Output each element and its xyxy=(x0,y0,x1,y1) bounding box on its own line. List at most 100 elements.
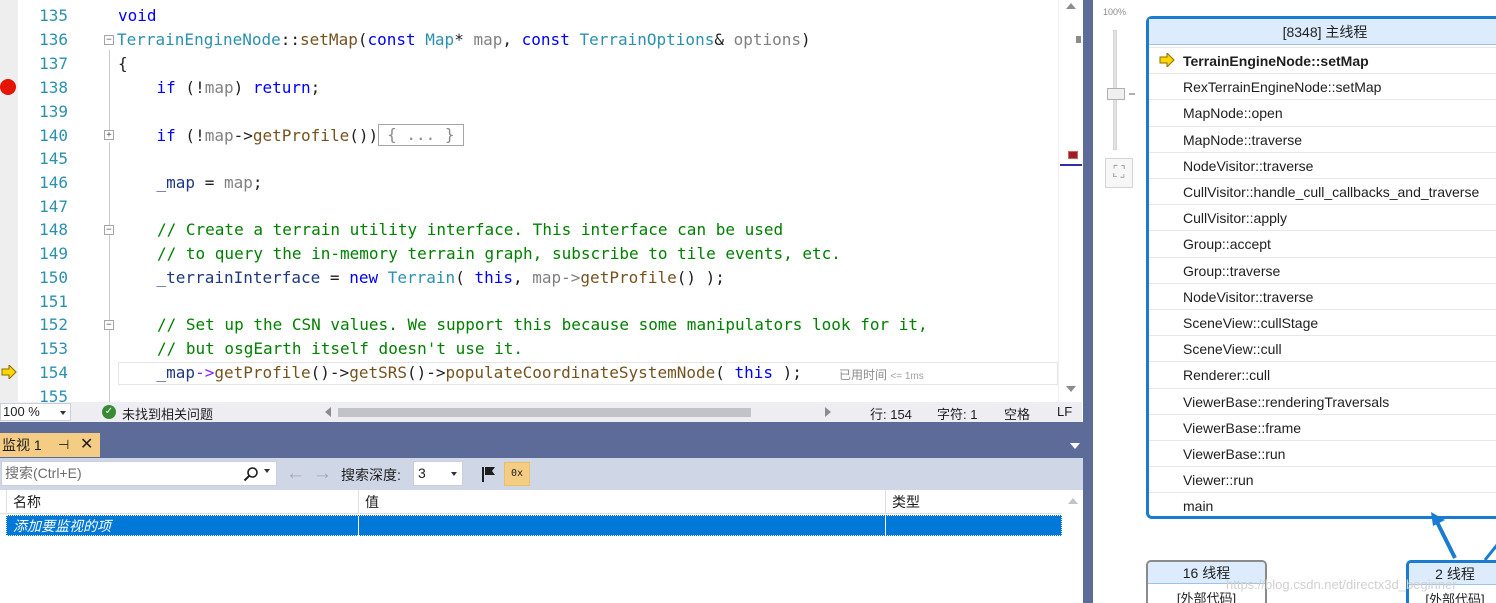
stack-frame[interactable]: Group::accept xyxy=(1183,231,1271,257)
stack-frame[interactable]: ViewerBase::run xyxy=(1183,441,1285,467)
column-header-name[interactable]: 名称 xyxy=(6,490,358,514)
watch-vertical-scrollbar[interactable] xyxy=(1062,490,1083,603)
punct: -> xyxy=(233,126,253,145)
punct: ) xyxy=(801,30,811,49)
scroll-right-icon[interactable] xyxy=(825,407,831,417)
stack-frame[interactable]: CullVisitor::apply xyxy=(1183,205,1287,231)
fit-to-view-icon[interactable]: ⛶ xyxy=(1105,158,1133,188)
editor-vertical-scrollbar[interactable] xyxy=(1058,0,1082,402)
stack-frame[interactable]: RexTerrainEngineNode::setMap xyxy=(1183,74,1381,100)
code-line-152[interactable]: // Set up the CSN values. We support thi… xyxy=(157,313,928,336)
stack-frame[interactable]: MapNode::open xyxy=(1183,100,1283,126)
zoom-slider-thumb[interactable] xyxy=(1107,88,1125,100)
stack-frame[interactable]: ViewerBase::renderingTraversals xyxy=(1183,389,1389,415)
code-line-140[interactable]: if (!map->getProfile()){ ... } xyxy=(118,124,464,147)
scroll-thumb[interactable] xyxy=(338,408,751,417)
line-number: 146 xyxy=(39,173,68,192)
code-line-137[interactable]: { xyxy=(118,52,128,75)
stack-frame[interactable]: Renderer::cull xyxy=(1183,362,1270,388)
stack-frame[interactable]: NodeVisitor::traverse xyxy=(1183,284,1313,310)
function-name: populateCoordinateSystemNode xyxy=(445,363,716,382)
code-editor[interactable]: 135 136 137 138 139 140 145 146 147 148 … xyxy=(0,0,1082,402)
main-thread-header[interactable]: [8348] 主线程 xyxy=(1149,19,1496,45)
add-watch-row[interactable]: 添加要监视的项 xyxy=(6,515,1062,536)
parameter: map xyxy=(473,30,503,49)
scroll-left-icon[interactable] xyxy=(325,407,331,417)
hex-display-icon[interactable]: 0x xyxy=(504,462,530,486)
panel-splitter[interactable] xyxy=(1083,0,1093,603)
whitespace-indicator[interactable]: 空格 xyxy=(1004,404,1030,423)
keyword: const xyxy=(521,30,570,49)
search-input[interactable]: 搜索(Ctrl+E) xyxy=(1,461,277,486)
code-line-149[interactable]: // to query the in-memory terrain graph,… xyxy=(157,242,841,265)
stack-frame[interactable]: CullVisitor::handle_cull_callbacks_and_t… xyxy=(1183,179,1479,205)
code-line-146[interactable]: _map = map; xyxy=(118,171,263,194)
editor-horizontal-scrollbar[interactable] xyxy=(323,406,833,418)
scroll-up-icon[interactable] xyxy=(1068,498,1078,504)
type-name: TerrainEngineNode xyxy=(117,30,281,49)
punct: ( xyxy=(455,268,475,287)
fold-toggle-collapse[interactable]: − xyxy=(104,320,114,330)
stack-frame[interactable]: MapNode::traverse xyxy=(1183,127,1302,153)
code-line-135[interactable]: void xyxy=(118,4,157,27)
code-line-153[interactable]: // but osgEarth itself doesn't use it. xyxy=(157,337,523,360)
arrow-right-icon[interactable]: → xyxy=(313,463,332,485)
stack-frame[interactable]: ViewerBase::frame xyxy=(1183,415,1301,441)
line-number: 154 xyxy=(39,363,68,382)
column-header-value[interactable]: 值 xyxy=(358,490,885,514)
search-icon[interactable] xyxy=(243,466,259,482)
breakpoint-icon[interactable] xyxy=(0,79,16,95)
stack-frame-current[interactable]: TerrainEngineNode::setMap xyxy=(1183,48,1369,74)
breakpoint-gutter[interactable] xyxy=(0,0,18,402)
stack-frame[interactable]: SceneView::cullStage xyxy=(1183,310,1318,336)
tab-watch-1[interactable]: 监视 1 ⊣ ✕ xyxy=(0,433,100,457)
code-line-136[interactable]: TerrainEngineNode::setMap(const Map* map… xyxy=(117,28,811,51)
column-header-type[interactable]: 类型 xyxy=(885,490,1062,514)
pin-icon[interactable]: ⊣ xyxy=(58,433,72,457)
punct: -> xyxy=(195,363,215,382)
code-line-138[interactable]: if (!map) return; xyxy=(118,76,321,99)
fold-toggle-collapse[interactable]: − xyxy=(104,225,114,235)
fold-toggle-collapse[interactable]: − xyxy=(104,35,114,45)
close-icon[interactable]: ✕ xyxy=(80,433,96,457)
stack-frame[interactable]: main xyxy=(1183,493,1213,519)
current-frame-arrow-icon xyxy=(1159,53,1175,67)
punct: ) xyxy=(233,78,253,97)
filter-icon[interactable] xyxy=(479,464,499,484)
fold-toggle-expand[interactable]: + xyxy=(104,130,114,140)
stack-frame[interactable]: Viewer::run xyxy=(1183,467,1254,493)
collapsed-block[interactable]: { ... } xyxy=(378,124,464,146)
stack-frame[interactable]: NodeVisitor::traverse xyxy=(1183,153,1313,179)
arrow-left-icon[interactable]: ← xyxy=(286,463,305,485)
code-line-150[interactable]: _terrainInterface = new Terrain( this, m… xyxy=(118,266,725,289)
issues-status[interactable]: 未找到相关问题 xyxy=(122,404,213,423)
char-indicator[interactable]: 字符: 1 xyxy=(937,404,977,423)
line-indicator[interactable]: 行: 154 xyxy=(870,404,912,423)
line-number: 145 xyxy=(39,149,68,168)
punct: -> xyxy=(561,268,581,287)
code-line-154[interactable]: _map->getProfile()->getSRS()->populateCo… xyxy=(118,361,802,384)
line-number: 149 xyxy=(39,244,68,263)
punct: & xyxy=(714,30,724,49)
punct: = xyxy=(320,268,350,287)
function-name: getProfile xyxy=(214,363,311,382)
main-thread-stack[interactable]: [8348] 主线程 TerrainEngineNode::setMap RexT… xyxy=(1146,16,1496,519)
code-line-148[interactable]: // Create a terrain utility interface. T… xyxy=(157,218,783,241)
window-menu-chevron-icon[interactable] xyxy=(1070,443,1080,449)
stack-frame[interactable]: SceneView::cull xyxy=(1183,336,1282,362)
scroll-down-icon[interactable] xyxy=(1066,386,1076,392)
eol-indicator[interactable]: LF xyxy=(1057,404,1072,419)
scroll-up-icon[interactable] xyxy=(1066,3,1076,9)
chevron-down-icon xyxy=(451,472,457,476)
punct: -> xyxy=(329,363,350,382)
zoom-dropdown[interactable]: 100 % xyxy=(0,403,71,421)
punct: () ); xyxy=(676,268,725,287)
punct: ; xyxy=(310,78,321,97)
zoom-tick xyxy=(1129,93,1135,95)
chevron-down-icon[interactable] xyxy=(264,469,270,473)
keyword: if xyxy=(156,126,176,145)
search-depth-dropdown[interactable]: 3 xyxy=(413,461,463,486)
punct: ( xyxy=(715,363,735,382)
stack-frame[interactable]: Group::traverse xyxy=(1183,258,1280,284)
keyword: void xyxy=(118,6,157,25)
